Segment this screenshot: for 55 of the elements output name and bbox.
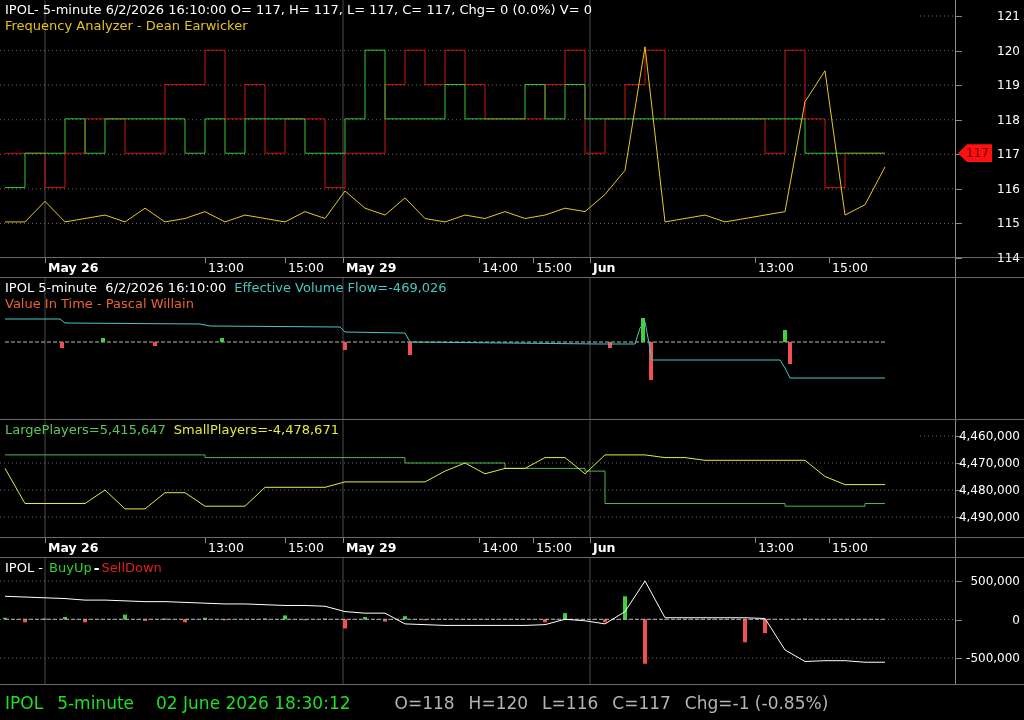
legend-label: Effective Volume Flow=-469,026 xyxy=(234,280,447,296)
axis-label: 116 xyxy=(997,180,1020,198)
axis-label: 120 xyxy=(997,42,1020,60)
axis-label: 117 xyxy=(997,146,1020,164)
grid-line xyxy=(919,435,955,437)
legend-label: IPOL- 5-minute 6/2/2026 16:10:00 O= 117, H= 117, L= 117, C= 117, Chg= 0 (0.0%) V= 0 xyxy=(5,2,592,18)
quote-value: C=117 xyxy=(612,692,671,713)
legend-label: Frequency Analyzer - Dean Earwicker xyxy=(5,18,248,34)
time-axis-label: 13:00 xyxy=(758,540,795,555)
grid-line xyxy=(919,15,955,17)
axis-label: 500,000 xyxy=(970,573,1020,590)
time-axis-label: May 29 xyxy=(346,260,397,275)
time-axis-label: 15:00 xyxy=(288,540,325,555)
time-axis-label: 15:00 xyxy=(536,540,573,555)
quote-value: O=118 xyxy=(394,692,455,713)
time-axis-label: 13:00 xyxy=(208,260,245,275)
legend-label: - xyxy=(93,560,100,576)
quote-value: Chg=-1 (-0.85%) xyxy=(684,692,829,713)
legend-label: Value In Time - Pascal Willain xyxy=(5,296,194,312)
time-axis-label: 14:00 xyxy=(482,260,519,275)
legend-label: LargePlayers=5,415,647 xyxy=(5,422,166,438)
axis-label: 0 xyxy=(1012,611,1020,629)
axis-label: 114 xyxy=(997,250,1020,267)
time-axis-label: 13:00 xyxy=(208,540,245,555)
axis-label: 118 xyxy=(997,111,1020,129)
axis-label: 4,490,000 xyxy=(958,509,1020,526)
axis-label: 121 xyxy=(997,8,1020,25)
quote-value: L=116 xyxy=(542,692,599,713)
price-tag: 117 xyxy=(958,144,992,163)
time-axis-label: 15:00 xyxy=(536,260,573,275)
legend-label: IPOL - xyxy=(5,560,44,576)
axis-label: 115 xyxy=(997,215,1020,233)
axis-label: 4,460,000 xyxy=(958,428,1020,445)
axis-label: 4,480,000 xyxy=(958,482,1020,499)
status-text: 5-minute xyxy=(57,692,135,713)
axis-label: -500,000 xyxy=(966,650,1020,667)
time-axis-label: May 26 xyxy=(48,260,99,275)
time-axis-label: Jun xyxy=(593,260,616,275)
time-axis-label: 13:00 xyxy=(758,260,795,275)
status-text: IPOL xyxy=(5,692,44,713)
quote-value: H=120 xyxy=(468,692,529,713)
axis-label: 119 xyxy=(997,77,1020,95)
legend-label: BuyUp xyxy=(49,560,92,576)
time-axis-label: Jun xyxy=(593,540,616,555)
time-axis-label: 15:00 xyxy=(832,260,869,275)
status-text: 02 June 2026 18:30:12 xyxy=(156,692,351,713)
axis-label: 4,470,000 xyxy=(958,455,1020,472)
time-axis-label: 15:00 xyxy=(288,260,325,275)
legend-label: SellDown xyxy=(101,560,162,576)
legend-label: IPOL 5-minute 6/2/2026 16:10:00 xyxy=(5,280,227,296)
time-axis-label: 14:00 xyxy=(482,540,519,555)
time-axis-label: May 26 xyxy=(48,540,99,555)
time-axis-label: 15:00 xyxy=(832,540,869,555)
time-axis-label: May 29 xyxy=(346,540,397,555)
legend-label: SmallPlayers=-4,478,671 xyxy=(173,422,339,438)
